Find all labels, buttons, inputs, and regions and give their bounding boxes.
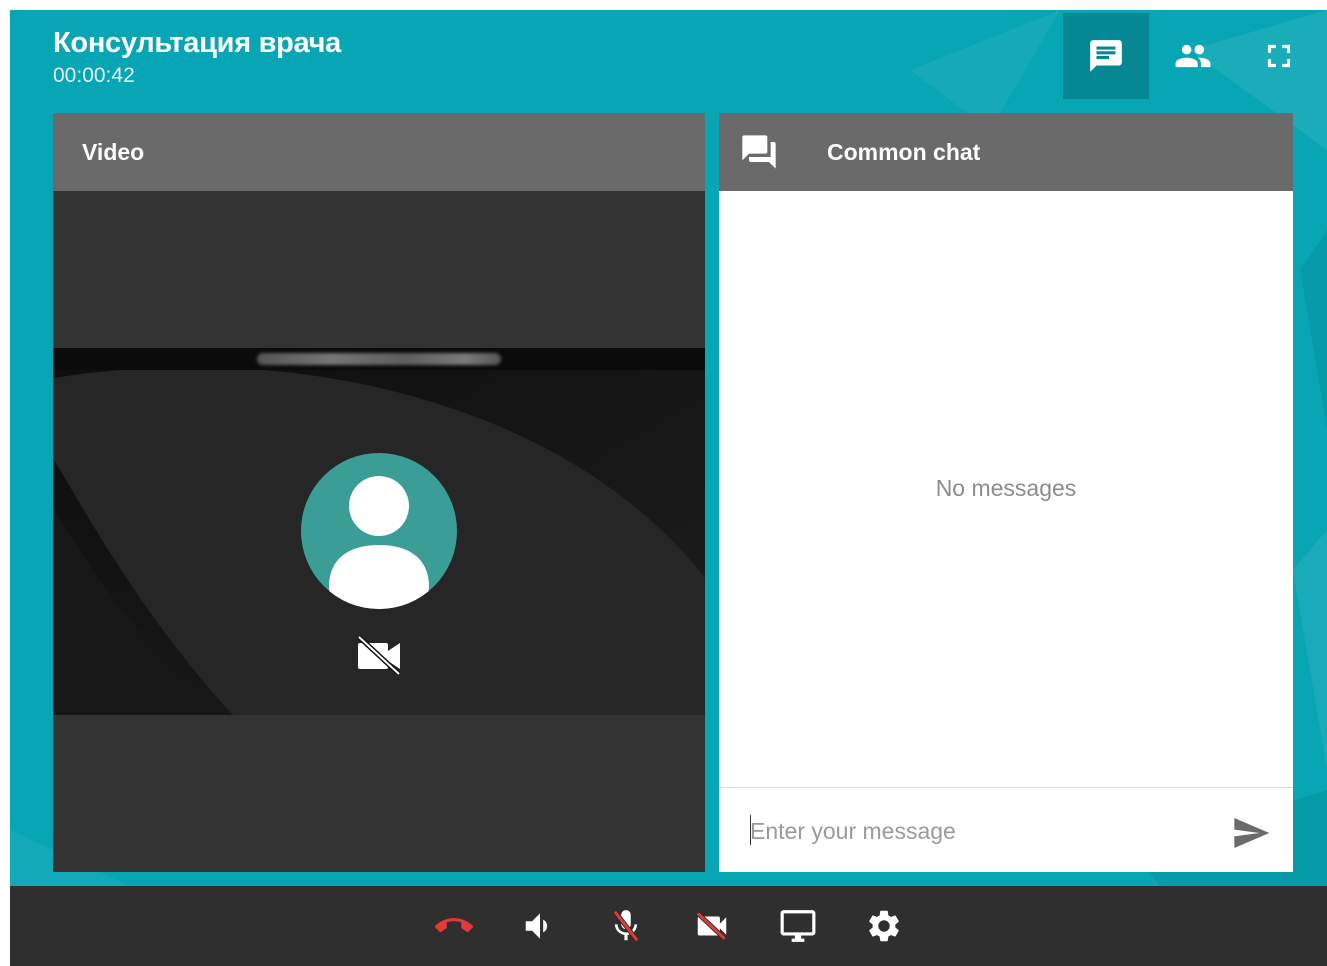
volume-button[interactable] [497, 886, 583, 966]
call-end-icon [434, 918, 473, 933]
chat-panel-header: Common chat [719, 113, 1293, 191]
page-title: Консультация врача [53, 27, 341, 59]
chat-icon [1090, 40, 1122, 72]
send-icon [1234, 818, 1270, 848]
video-panel: Video [53, 113, 705, 872]
volume-icon [525, 913, 547, 939]
participant-name-blurred [257, 353, 501, 365]
fullscreen-button[interactable] [1236, 13, 1322, 99]
settings-button[interactable] [841, 886, 927, 966]
empty-chat-message: No messages [935, 475, 1077, 501]
videocam-off-icon [357, 635, 401, 675]
chat-toggle-button[interactable] [1063, 13, 1149, 99]
call-controls-toolbar [10, 886, 1327, 966]
video-panel-header: Video [53, 113, 705, 191]
participant-avatar [301, 453, 457, 609]
microphone-button[interactable] [583, 886, 669, 966]
message-input[interactable] [750, 813, 1210, 849]
camera-button[interactable] [669, 886, 755, 966]
gear-icon [868, 910, 899, 942]
chat-input-divider [719, 787, 1293, 788]
participants-button[interactable] [1150, 13, 1236, 99]
monitor-icon [780, 910, 815, 942]
person-icon [329, 476, 429, 609]
send-button[interactable] [1229, 811, 1273, 855]
text-cursor [750, 815, 751, 845]
fullscreen-icon [1267, 44, 1291, 68]
screen-share-button[interactable] [755, 886, 841, 966]
people-icon [1175, 44, 1211, 68]
video-consultation-window: Консультация врача 00:00:42 Video Common… [10, 10, 1327, 966]
forum-icon [742, 135, 776, 169]
chat-panel: Common chat No messages [719, 113, 1293, 872]
mic-off-icon [612, 910, 639, 942]
chat-panel-title: Common chat [827, 138, 981, 165]
participant-name-bar [53, 348, 705, 370]
video-panel-title: Video [82, 138, 145, 165]
videocam-off-icon [695, 911, 726, 941]
hang-up-button[interactable] [411, 886, 497, 966]
call-timer: 00:00:42 [53, 64, 135, 87]
